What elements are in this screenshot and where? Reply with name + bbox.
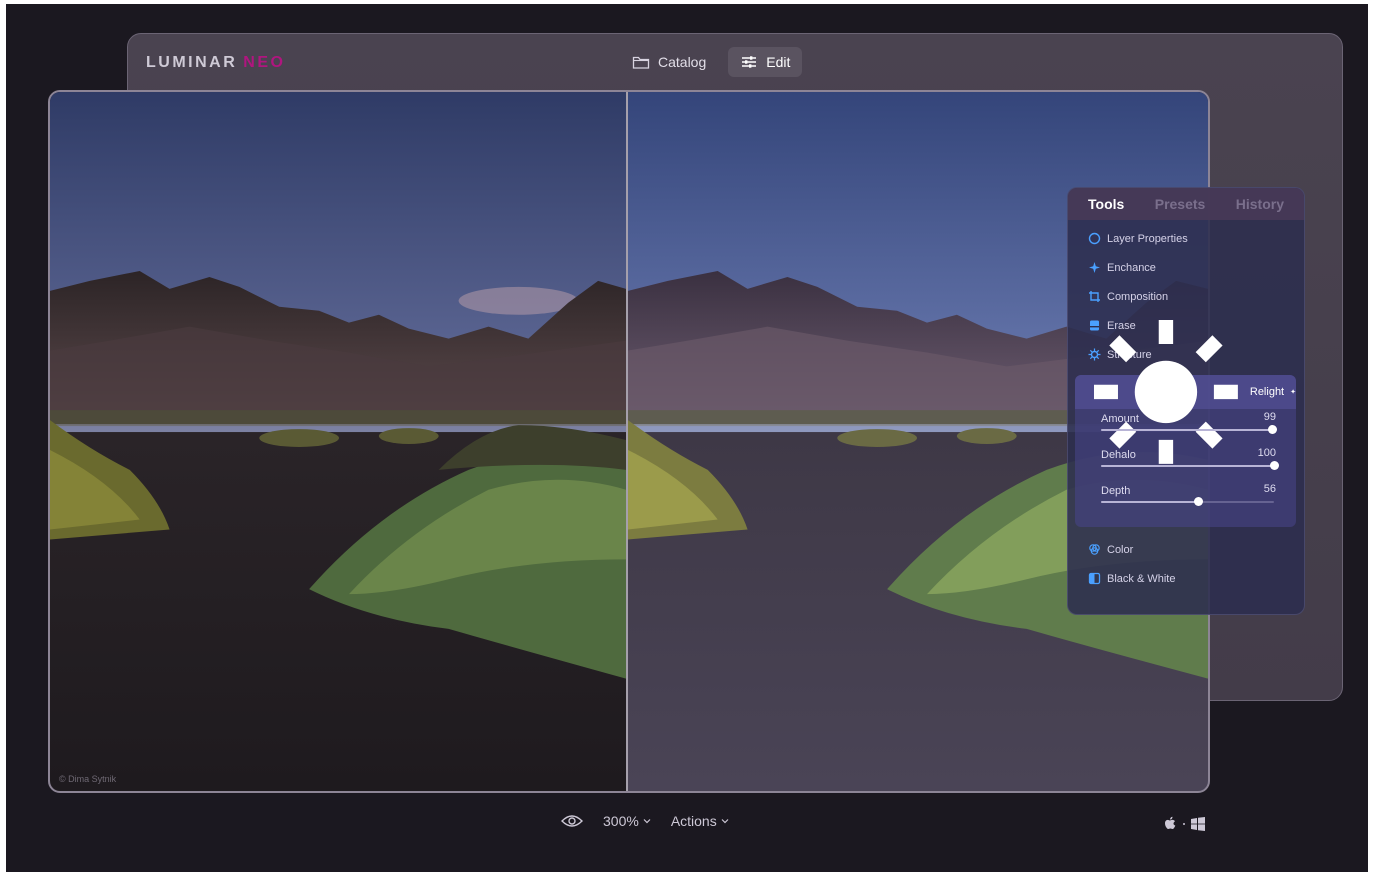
zoom-dropdown[interactable]: 300% <box>603 813 651 829</box>
folder-icon <box>632 56 650 69</box>
tool-color[interactable]: Color <box>1068 535 1304 564</box>
color-icon <box>1089 544 1100 555</box>
layers-icon <box>1088 232 1101 245</box>
chevron-down-icon <box>643 819 651 824</box>
tab-tools[interactable]: Tools <box>1088 196 1124 212</box>
slider-amount[interactable]: Amount 99 <box>1075 409 1296 445</box>
nav-edit-button[interactable]: Edit <box>728 47 803 77</box>
slider-value: 100 <box>1257 447 1276 459</box>
photo-comparison-view[interactable]: © Dima Sytnik <box>48 90 1210 793</box>
nav-edit-label: Edit <box>766 54 791 70</box>
slider-depth[interactable]: Depth 56 <box>1075 481 1296 517</box>
tool-label: Layer Properties <box>1107 232 1188 245</box>
relight-section: Relight ✦ Amount 99 Dehalo 100 Depth 56 <box>1075 320 1296 527</box>
slider-track[interactable] <box>1101 461 1279 470</box>
ai-badge: ✦ <box>1290 389 1296 396</box>
slider-dehalo[interactable]: Dehalo 100 <box>1075 445 1296 481</box>
photo-credit: © Dima Sytnik <box>59 774 117 784</box>
eye-icon <box>561 815 583 827</box>
slider-track[interactable] <box>1101 425 1278 434</box>
slider-track[interactable] <box>1101 497 1274 506</box>
tool-list-bottom: Color Black & White <box>1068 527 1304 593</box>
tool-label: Color <box>1107 543 1134 556</box>
slider-knob[interactable] <box>1270 461 1279 470</box>
tools-panel: Tools Presets History Layer Properties E… <box>1067 187 1305 615</box>
bottom-toolbar: 300% Actions <box>561 813 729 829</box>
nav-catalog-label: Catalog <box>658 54 707 70</box>
logo-suffix: NEO <box>243 54 286 71</box>
tool-black-white[interactable]: Black & White <box>1068 564 1304 593</box>
panel-tabs: Tools Presets History <box>1068 188 1304 220</box>
tool-label: Enchance <box>1107 261 1156 274</box>
nav-catalog-button[interactable]: Catalog <box>620 47 718 77</box>
tool-enchance[interactable]: Enchance <box>1068 253 1304 282</box>
apple-icon <box>1165 816 1176 829</box>
tab-presets[interactable]: Presets <box>1155 196 1206 212</box>
marketing-stage: LUMINAR NEO Catalog Edit © Dima Sytnik T… <box>6 4 1368 872</box>
landscape-photo <box>50 92 1208 791</box>
tool-label: Black & White <box>1107 572 1176 585</box>
slider-knob[interactable] <box>1268 425 1278 434</box>
slider-value: 56 <box>1263 483 1276 495</box>
tab-history[interactable]: History <box>1236 196 1284 212</box>
app-logo: LUMINAR NEO <box>146 54 285 72</box>
actions-dropdown[interactable]: Actions <box>671 813 729 829</box>
tool-layer-properties[interactable]: Layer Properties <box>1068 224 1304 253</box>
slider-knob[interactable] <box>1193 497 1203 506</box>
tool-label: Composition <box>1107 290 1169 303</box>
slider-fill <box>1101 501 1198 503</box>
relight-sliders: Amount 99 Dehalo 100 Depth 56 <box>1075 409 1296 517</box>
slider-fill <box>1101 429 1273 431</box>
tool-composition[interactable]: Composition <box>1068 282 1304 311</box>
platform-icons <box>1164 816 1205 831</box>
enhance-icon <box>1089 262 1100 273</box>
slider-value: 99 <box>1263 411 1276 423</box>
separator-dot <box>1183 822 1185 825</box>
relight-header[interactable]: Relight ✦ <box>1075 320 1296 464</box>
actions-label: Actions <box>670 813 717 829</box>
top-navigation: Catalog Edit <box>620 47 803 77</box>
slider-label: Depth <box>1101 485 1131 497</box>
view-toggle-button[interactable] <box>561 814 583 828</box>
relight-label: Relight <box>1249 386 1285 398</box>
bw-icon <box>1088 572 1101 585</box>
crop-icon <box>1089 291 1100 302</box>
slider-label: Dehalo <box>1101 449 1136 461</box>
chevron-down-icon <box>721 819 729 824</box>
sliders-icon <box>742 56 757 68</box>
slider-label: Amount <box>1101 413 1139 425</box>
windows-icon <box>1191 816 1205 831</box>
logo-text: LUMINAR <box>146 54 238 71</box>
slider-fill <box>1101 465 1274 467</box>
zoom-value: 300% <box>603 813 639 829</box>
